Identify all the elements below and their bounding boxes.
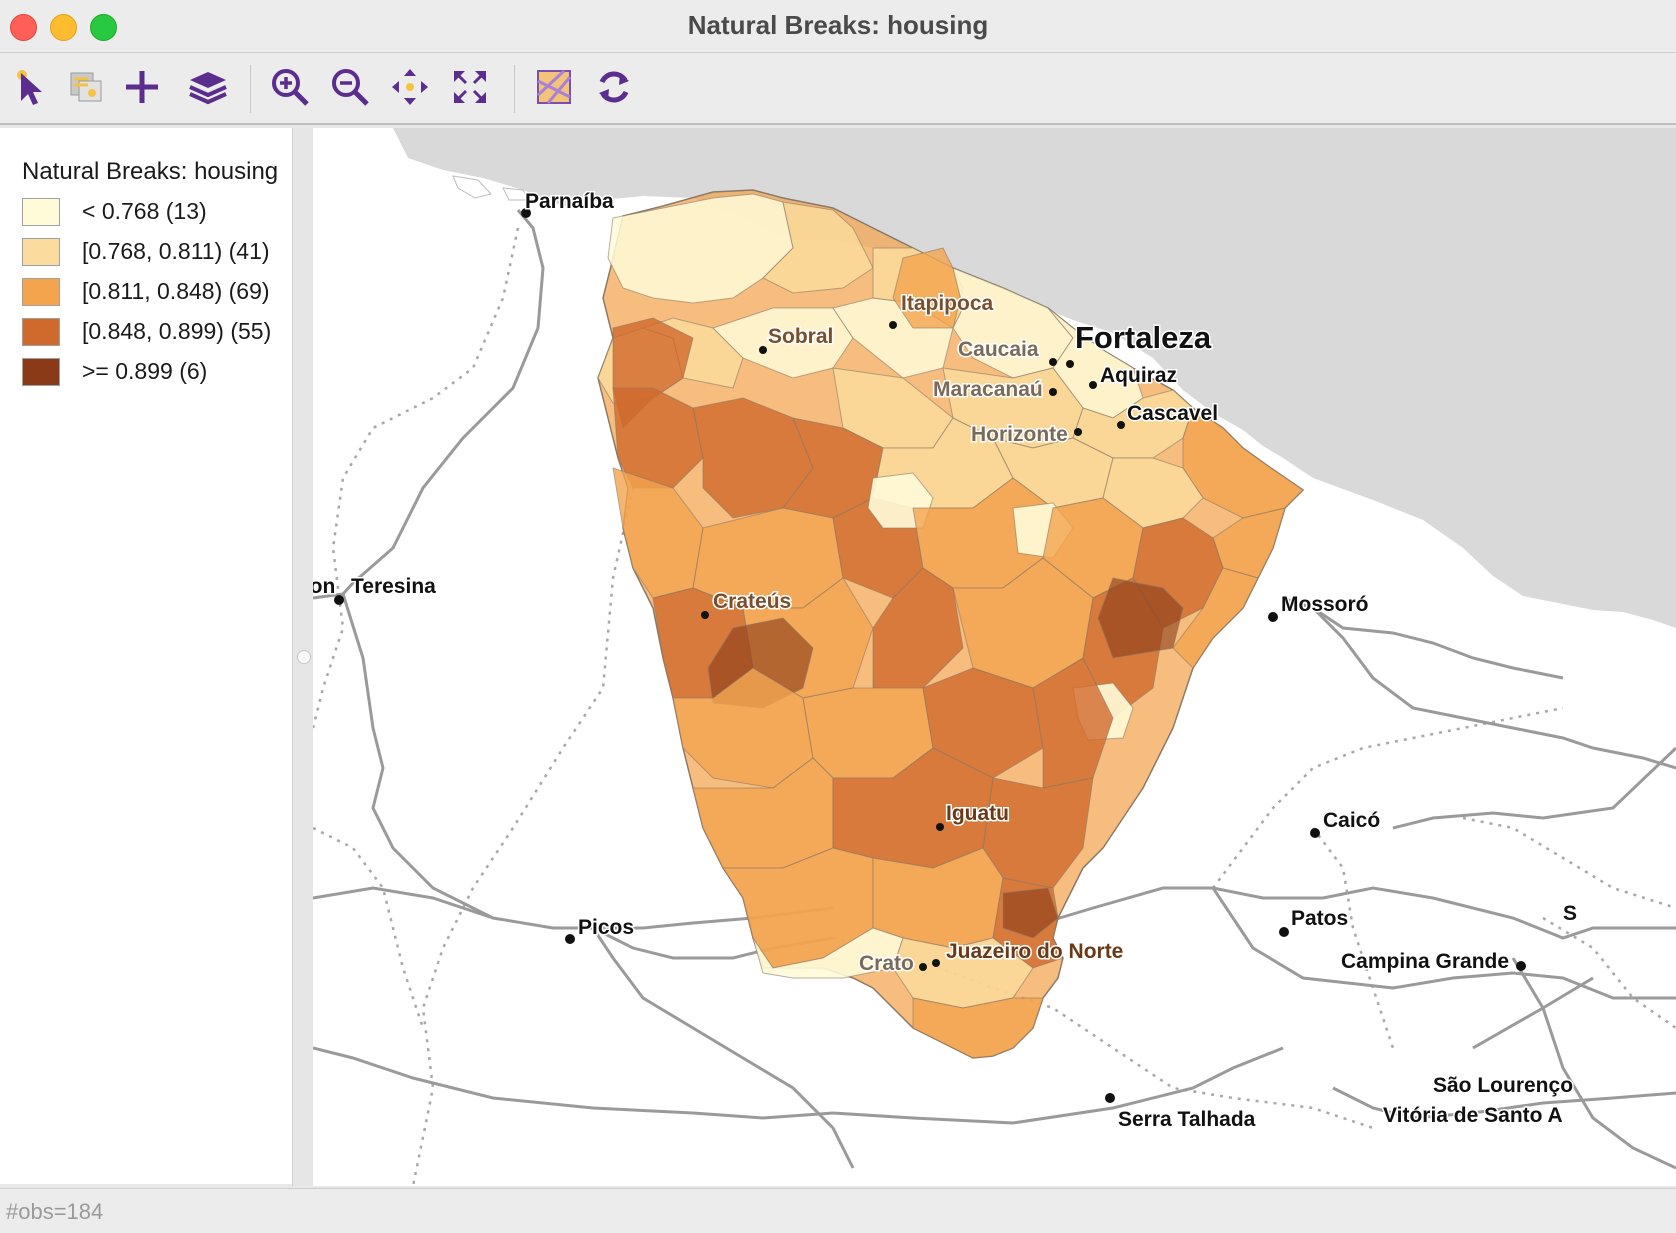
legend-label: >= 0.899 (6) <box>82 358 208 384</box>
layers-button[interactable] <box>186 65 230 109</box>
city-label: Horizonte <box>971 423 1068 446</box>
toolbar <box>0 53 1676 125</box>
legend-swatch <box>22 318 60 346</box>
refresh-icon <box>599 71 629 103</box>
city-label: Campina Grande <box>1341 950 1509 973</box>
pan-icon <box>392 69 428 105</box>
city-label: Mossoró <box>1281 593 1369 616</box>
zoom-out-button[interactable] <box>328 65 372 109</box>
legend-label: < 0.768 (13) <box>82 198 207 224</box>
full-extent-button[interactable] <box>448 65 492 109</box>
title-bar: Natural Breaks: housing <box>0 0 1676 53</box>
legend-title: Natural Breaks: housing <box>22 158 279 185</box>
city-label: Teresina <box>351 575 436 598</box>
zoom-in-button[interactable] <box>268 65 312 109</box>
select-tool-button[interactable] <box>8 65 52 109</box>
full-extent-icon <box>454 71 486 103</box>
city-label: Cascavel <box>1127 402 1218 425</box>
city-label: Caucaia <box>958 338 1039 361</box>
legend-swatch <box>22 278 60 306</box>
city-label: São Lourenço <box>1433 1074 1573 1097</box>
map-canvas[interactable]: Parnaíba Itapipoca Sobral Caucaia Fortal… <box>313 128 1676 1186</box>
basemap-icon <box>536 69 572 104</box>
pan-button[interactable] <box>388 65 432 109</box>
city-label: Serra Talhada <box>1118 1108 1256 1131</box>
city-label: Caicó <box>1323 809 1380 832</box>
legend-swatch <box>22 198 60 226</box>
add-icon <box>126 71 158 103</box>
legend-swatch <box>22 238 60 266</box>
layers-icon <box>189 72 227 105</box>
city-label: Iguatu <box>946 802 1009 825</box>
selection-shape-icon <box>70 72 102 102</box>
city-label: Aquiraz <box>1100 364 1177 387</box>
city-label: Patos <box>1291 907 1348 930</box>
city-label: S <box>1563 902 1577 925</box>
city-label: Maracanaú <box>933 378 1043 401</box>
legend-swatch <box>22 358 60 386</box>
zoom-in-icon <box>272 69 309 106</box>
legend-label: [0.848, 0.899) (55) <box>82 318 272 344</box>
city-label: Fortaleza <box>1075 320 1212 355</box>
legend-label: [0.768, 0.811) (41) <box>82 238 270 264</box>
city-label: Crato <box>859 952 914 975</box>
select-tool-icon <box>17 70 42 105</box>
legend-label: [0.811, 0.848) (69) <box>82 278 270 304</box>
city-label: Picos <box>578 916 634 939</box>
status-bar: #obs=184 <box>0 1188 1676 1233</box>
city-label: Vitória de Santo A <box>1383 1104 1563 1127</box>
city-label: Juazeiro do Norte <box>946 940 1123 963</box>
city-label: mon <box>313 575 335 598</box>
selection-shape-button[interactable] <box>64 65 108 109</box>
panel-splitter[interactable] <box>292 128 314 1186</box>
observation-count: #obs=184 <box>6 1199 104 1224</box>
city-label: Parnaíba <box>525 190 614 213</box>
add-button[interactable] <box>120 65 164 109</box>
city-label: Sobral <box>768 325 833 348</box>
legend-panel: Natural Breaks: housing < 0.768 (13) [0.… <box>0 128 293 1184</box>
refresh-button[interactable] <box>592 65 636 109</box>
window-title: Natural Breaks: housing <box>687 10 989 40</box>
city-label: Itapipoca <box>901 292 994 315</box>
basemap-button[interactable] <box>532 65 576 109</box>
map-view[interactable]: Parnaíba Itapipoca Sobral Caucaia Fortal… <box>313 128 1676 1186</box>
city-label: Crateús <box>713 590 791 613</box>
zoom-out-icon <box>332 69 369 106</box>
splitter-handle[interactable] <box>297 650 311 664</box>
